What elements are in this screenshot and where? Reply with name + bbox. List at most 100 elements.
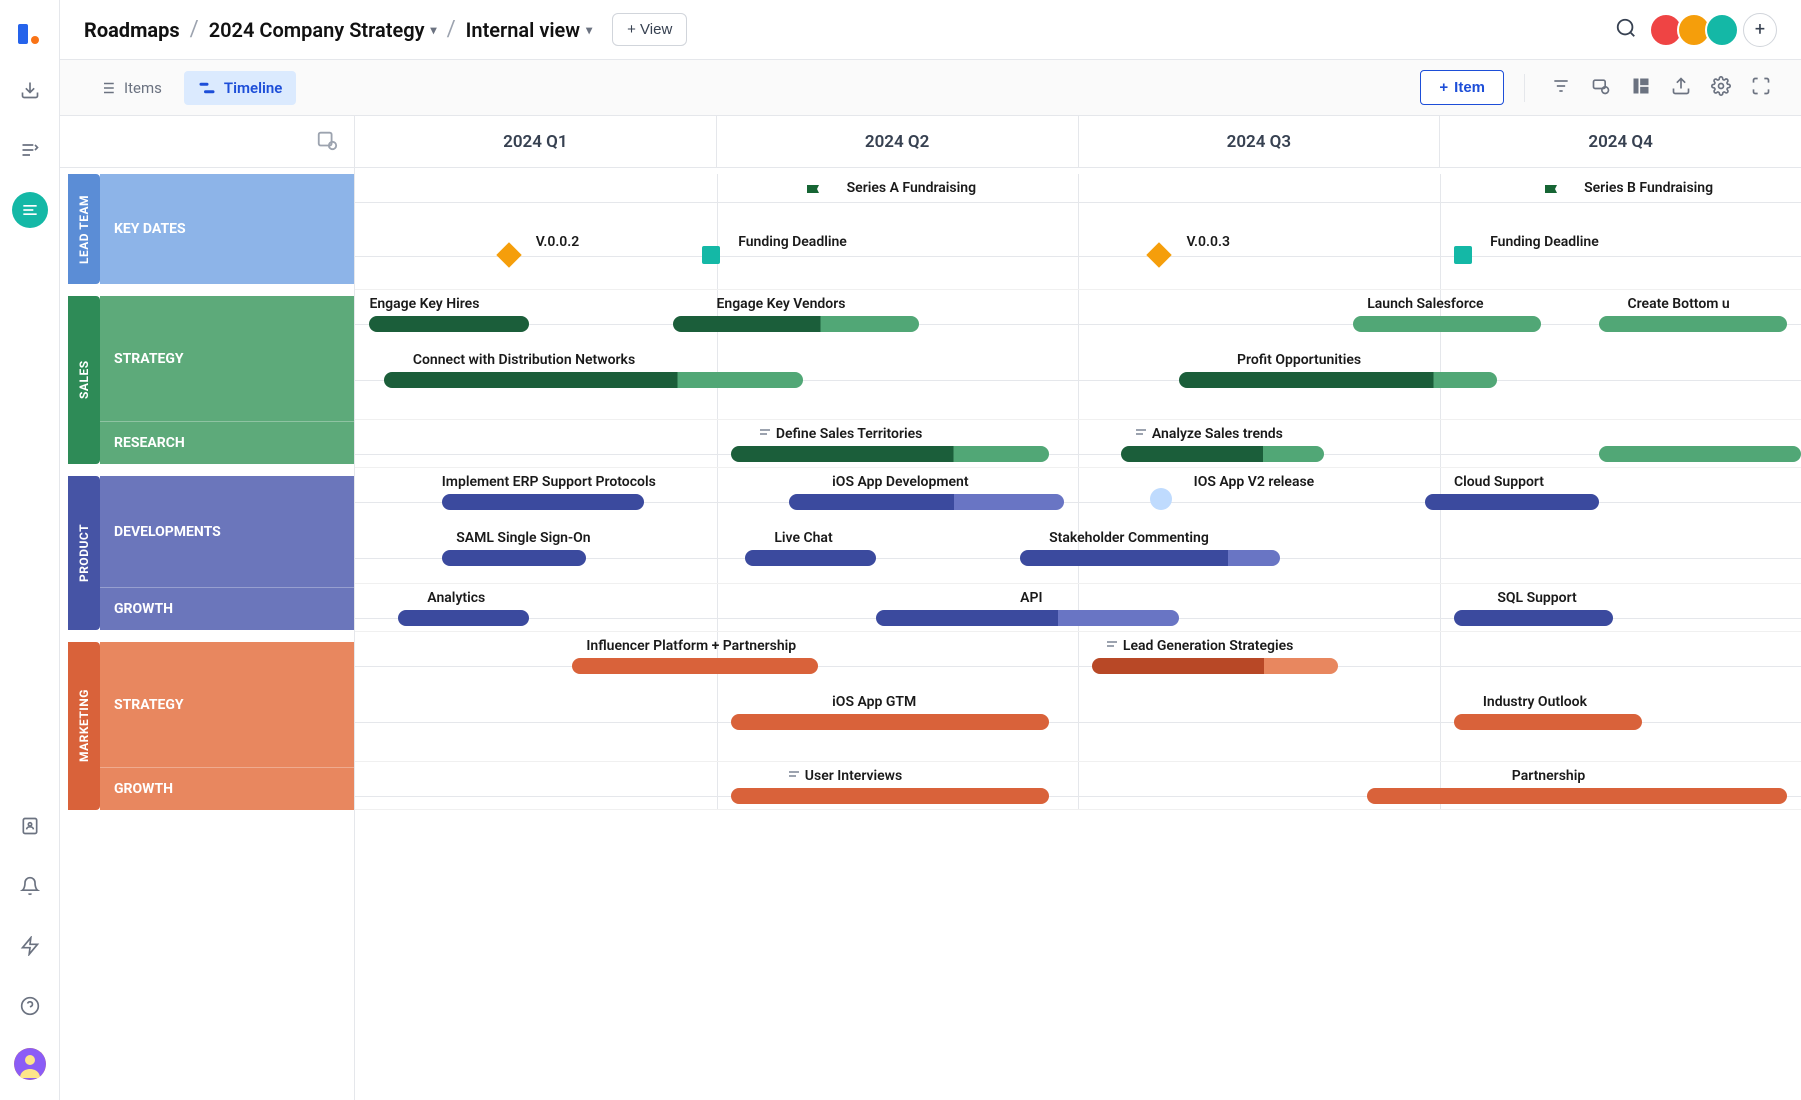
milestone-v002[interactable]: V.0.0.2	[536, 234, 580, 250]
bar-connect-dist[interactable]: Connect with Distribution Networks	[413, 352, 635, 368]
tab-timeline[interactable]: Timeline	[184, 71, 296, 105]
bar-cloud[interactable]: Cloud Support	[1454, 474, 1544, 490]
gantt-bar[interactable]	[1020, 550, 1280, 566]
gantt-bar[interactable]	[1454, 610, 1613, 626]
fullscreen-icon[interactable]	[1745, 70, 1777, 106]
bar-launch-salesforce[interactable]: Launch Salesforce	[1367, 296, 1483, 312]
milestone-series-a[interactable]: Series A Fundraising	[847, 180, 976, 196]
bar-analytics[interactable]: Analytics	[427, 590, 485, 606]
bar-ios-gtm[interactable]: iOS App GTM	[832, 694, 916, 710]
calendar-settings-icon[interactable]	[316, 129, 338, 155]
lane-row-m-growth[interactable]: GROWTH	[100, 768, 354, 810]
add-collaborator-button[interactable]: +	[1743, 13, 1777, 47]
bar-live-chat[interactable]: Live Chat	[774, 530, 832, 546]
gantt-bar[interactable]	[442, 550, 587, 566]
gantt-bar[interactable]	[673, 316, 919, 332]
bar-define-territories[interactable]: Define Sales Territories	[760, 426, 922, 442]
breadcrumb-view[interactable]: Internal view▾	[466, 18, 592, 42]
gantt-bar[interactable]	[1092, 658, 1338, 674]
gantt-bar[interactable]	[731, 714, 1049, 730]
filter-icon[interactable]	[1545, 70, 1577, 106]
milestone-diamond-icon[interactable]	[1147, 242, 1172, 267]
gantt-bar[interactable]	[1454, 714, 1642, 730]
milestone-funding1[interactable]: Funding Deadline	[738, 234, 847, 250]
bell-icon[interactable]	[12, 868, 48, 904]
milestone-v003[interactable]: V.0.0.3	[1186, 234, 1230, 250]
bar-partnership[interactable]: Partnership	[1512, 768, 1585, 784]
lane-row-strategy[interactable]: STRATEGY	[100, 296, 354, 422]
contacts-icon[interactable]	[12, 808, 48, 844]
export-icon[interactable]	[1665, 70, 1697, 106]
quarter-q4: 2024 Q4	[1440, 116, 1801, 167]
gantt-bar[interactable]	[1367, 788, 1786, 804]
bar-ios-v2[interactable]: IOS App V2 release	[1194, 474, 1315, 490]
milestone-square-icon[interactable]	[1454, 246, 1472, 264]
lane-row-developments[interactable]: DEVELOPMENTS	[100, 476, 354, 588]
flag-icon[interactable]	[1541, 182, 1565, 210]
gantt-bar[interactable]	[731, 788, 1049, 804]
flag-icon[interactable]	[803, 182, 827, 210]
breadcrumb-root[interactable]: Roadmaps	[84, 18, 180, 42]
roadmap-icon[interactable]	[12, 192, 48, 228]
bar-industry[interactable]: Industry Outlook	[1483, 694, 1587, 710]
gantt-bar[interactable]	[731, 446, 1049, 462]
milestone-dot-icon[interactable]	[1150, 488, 1172, 510]
lane-label-product: PRODUCT	[68, 476, 100, 630]
bolt-icon[interactable]	[12, 928, 48, 964]
bar-user-int[interactable]: User Interviews	[789, 768, 902, 784]
bar-create-bottom[interactable]: Create Bottom u	[1627, 296, 1729, 312]
gantt-bar[interactable]	[442, 494, 644, 510]
bar-engage-hires[interactable]: Engage Key Hires	[369, 296, 479, 312]
lane-row-m-strategy[interactable]: STRATEGY	[100, 642, 354, 768]
add-view-button[interactable]: + View	[612, 13, 687, 46]
bar-stakeholder[interactable]: Stakeholder Commenting	[1049, 530, 1209, 546]
bar-erp[interactable]: Implement ERP Support Protocols	[442, 474, 656, 490]
gantt-bar[interactable]	[384, 372, 803, 388]
gantt-bar[interactable]	[1353, 316, 1541, 332]
gear-icon[interactable]	[1705, 70, 1737, 106]
milestone-funding2[interactable]: Funding Deadline	[1490, 234, 1599, 250]
bar-engage-vendors[interactable]: Engage Key Vendors	[717, 296, 846, 312]
gantt-bar[interactable]	[1121, 446, 1323, 462]
milestone-series-b[interactable]: Series B Fundraising	[1584, 180, 1713, 196]
bar-lead-gen[interactable]: Lead Generation Strategies	[1107, 638, 1293, 654]
milestone-diamond-icon[interactable]	[496, 242, 521, 267]
bar-influencer[interactable]: Influencer Platform + Partnership	[586, 638, 796, 654]
download-icon[interactable]	[12, 72, 48, 108]
gantt-bar[interactable]	[876, 610, 1180, 626]
lane-row-growth[interactable]: GROWTH	[100, 588, 354, 630]
gantt-bar[interactable]	[745, 550, 875, 566]
bar-sql[interactable]: SQL Support	[1497, 590, 1576, 606]
gantt-bar[interactable]	[1599, 446, 1801, 462]
breadcrumb-project[interactable]: 2024 Company Strategy▾	[209, 18, 437, 42]
milestone-square-icon[interactable]	[702, 246, 720, 264]
gantt-bar[interactable]	[1179, 372, 1497, 388]
lane-row-research[interactable]: RESEARCH	[100, 422, 354, 464]
link-settings-icon[interactable]	[1585, 70, 1617, 106]
bar-profit-opp[interactable]: Profit Opportunities	[1237, 352, 1361, 368]
add-item-button[interactable]: +Item	[1420, 70, 1504, 105]
bar-ios-dev[interactable]: iOS App Development	[832, 474, 968, 490]
layout-icon[interactable]	[1625, 70, 1657, 106]
gantt-bar[interactable]	[1599, 316, 1787, 332]
list-check-icon[interactable]	[12, 132, 48, 168]
gantt-bar[interactable]	[398, 610, 528, 626]
user-avatar[interactable]	[14, 1048, 46, 1080]
bar-saml[interactable]: SAML Single Sign-On	[456, 530, 590, 546]
gantt-bar[interactable]	[369, 316, 528, 332]
tab-items[interactable]: Items	[84, 71, 176, 105]
search-icon[interactable]	[1609, 11, 1643, 49]
lane-row-key-dates[interactable]: KEY DATES	[100, 174, 354, 284]
app-logo[interactable]	[16, 20, 44, 48]
tab-timeline-label: Timeline	[224, 79, 282, 97]
bar-analyze-trends[interactable]: Analyze Sales trends	[1136, 426, 1283, 442]
gantt-bar[interactable]	[572, 658, 818, 674]
quarter-q3: 2024 Q3	[1079, 116, 1441, 167]
avatar[interactable]	[1705, 13, 1739, 47]
gantt-bar[interactable]	[789, 494, 1064, 510]
breadcrumb: Roadmaps / 2024 Company Strategy▾ / Inte…	[84, 17, 592, 42]
bar-api[interactable]: API	[1020, 590, 1042, 606]
toolbar: Items Timeline +Item	[60, 60, 1801, 116]
help-icon[interactable]	[12, 988, 48, 1024]
gantt-bar[interactable]	[1425, 494, 1599, 510]
